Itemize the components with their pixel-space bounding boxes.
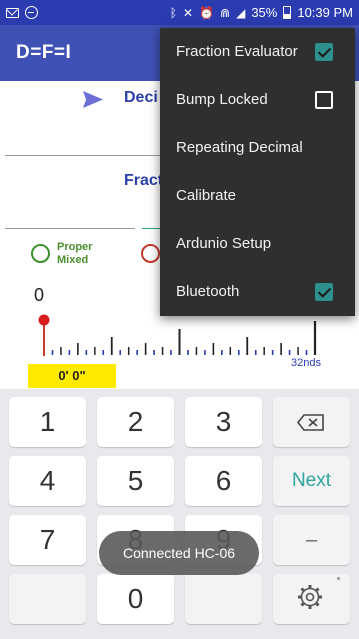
bluetooth-checkbox[interactable]	[315, 283, 333, 301]
key-1[interactable]: 1	[9, 397, 86, 447]
minus-key[interactable]: –	[273, 515, 350, 565]
ruler[interactable]	[30, 310, 330, 360]
ruler-ticks	[51, 321, 317, 355]
toast-message: Connected HC-06	[99, 531, 259, 575]
ruler-unit-label: 32nds	[291, 357, 321, 369]
do-not-disturb-icon	[25, 6, 38, 19]
empty-key-right	[185, 574, 262, 624]
menu-item-label: Calibrate	[176, 187, 237, 204]
key-2[interactable]: 2	[97, 397, 174, 447]
ruler-start-value: 0	[34, 285, 45, 305]
key-4[interactable]: 4	[9, 456, 86, 506]
fraction-field-underline	[5, 228, 135, 229]
menu-item-calibrate[interactable]: Calibrate	[160, 172, 355, 220]
key-3[interactable]: 3	[185, 397, 262, 447]
mail-icon	[6, 7, 19, 18]
menu-item-fraction-evaluator[interactable]: Fraction Evaluator	[160, 28, 355, 76]
fraction-evaluator-checkbox[interactable]	[315, 43, 333, 61]
battery-level: 35%	[251, 5, 278, 20]
menu-item-label: Bump Locked	[176, 91, 268, 108]
menu-item-label: Bluetooth	[176, 283, 240, 300]
gear-icon	[298, 585, 322, 609]
menu-item-ardunio-setup[interactable]: Ardunio Setup	[160, 220, 355, 268]
clock: 10:39 PM	[297, 5, 353, 20]
key-5[interactable]: 5	[97, 456, 174, 506]
overflow-menu: Fraction Evaluator Bump Locked Repeating…	[160, 28, 355, 316]
wifi-icon: ⋒	[220, 5, 231, 20]
decimal-label: Deci	[124, 89, 158, 106]
second-radio[interactable]	[141, 244, 160, 263]
proper-mixed-radio[interactable]	[31, 244, 50, 263]
menu-item-repeating-decimal[interactable]: Repeating Decimal	[160, 124, 355, 172]
menu-item-label: Ardunio Setup	[176, 235, 272, 252]
fraction-label: Fract	[124, 172, 164, 189]
app-title: D=F=I	[16, 42, 72, 63]
key-0[interactable]: 0	[97, 574, 174, 624]
menu-item-label: Repeating Decimal	[176, 139, 303, 156]
menu-item-bump-locked[interactable]: Bump Locked	[160, 76, 355, 124]
backspace-icon	[297, 414, 324, 431]
key-7[interactable]: 7	[9, 515, 86, 565]
signal-icon: ◢	[236, 5, 246, 20]
ruler-slider-handle	[38, 314, 50, 326]
bump-locked-checkbox[interactable]	[315, 91, 333, 109]
send-icon[interactable]	[83, 91, 103, 108]
status-bar: ᛒ ✕ ⏰ ⋒ ◢ 35% 10:39 PM	[0, 0, 359, 25]
alarm-icon: ⏰	[199, 5, 215, 20]
empty-key-left	[9, 574, 86, 624]
settings-indicator-dot	[337, 577, 340, 580]
bluetooth-icon: ᛒ	[169, 5, 177, 20]
next-key[interactable]: Next	[273, 456, 350, 506]
menu-item-bluetooth[interactable]: Bluetooth	[160, 268, 355, 316]
key-6[interactable]: 6	[185, 456, 262, 506]
menu-item-label: Fraction Evaluator	[176, 43, 298, 60]
battery-icon	[283, 6, 292, 19]
mute-icon: ✕	[183, 5, 194, 20]
measurement-display: 0' 0"	[28, 364, 116, 388]
proper-mixed-label: Proper Mixed	[57, 241, 93, 266]
